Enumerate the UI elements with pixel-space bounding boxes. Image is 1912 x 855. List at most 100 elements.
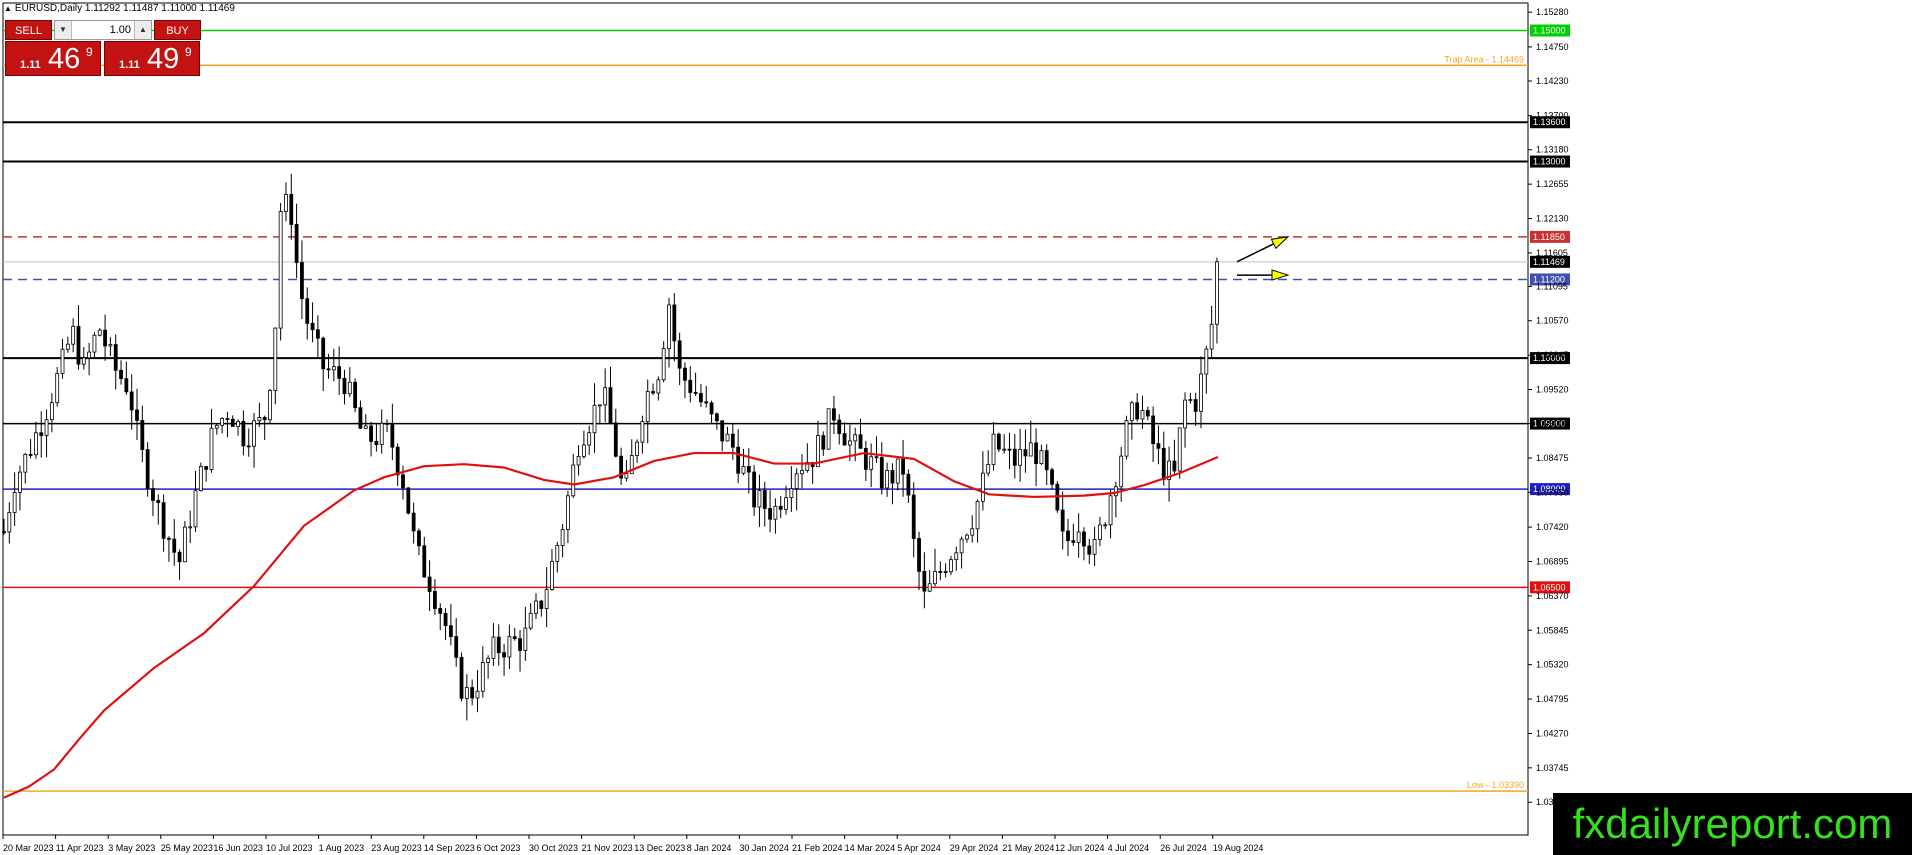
candle-body xyxy=(938,571,943,573)
buy-button[interactable]: BUY xyxy=(154,20,201,40)
candle-body xyxy=(257,417,262,422)
candle-body xyxy=(991,433,996,466)
candle-body xyxy=(1092,538,1097,555)
candle-body xyxy=(188,526,193,529)
candle-body xyxy=(890,470,895,484)
candle-body xyxy=(1071,540,1076,543)
candle-body xyxy=(454,636,459,658)
candle-body xyxy=(161,502,166,539)
candle-body xyxy=(592,404,597,434)
candle-body xyxy=(34,432,38,456)
level-price-label: 1.11850 xyxy=(1533,232,1565,242)
candle-body xyxy=(847,440,852,446)
candle-body xyxy=(523,627,528,651)
candle-body xyxy=(204,466,209,470)
candle-body xyxy=(789,488,794,499)
sell-button[interactable]: SELL xyxy=(5,20,52,40)
candle-body xyxy=(1129,402,1134,422)
candle-body xyxy=(885,470,890,489)
candle-body xyxy=(1002,448,1007,451)
candle-body xyxy=(65,343,70,350)
x-tick-label: 21 May 2024 xyxy=(1002,843,1054,853)
candle-body xyxy=(44,419,49,436)
candle-body xyxy=(832,408,836,421)
candle-body xyxy=(528,612,533,629)
candle-body xyxy=(1076,531,1081,543)
candle-body xyxy=(980,472,985,502)
y-tick-label: 1.07950 xyxy=(1536,487,1569,497)
candle-body xyxy=(156,500,161,504)
candle-body xyxy=(975,500,980,530)
candle-body xyxy=(911,494,916,539)
x-tick-label: 1 Aug 2023 xyxy=(319,843,365,853)
candle-body xyxy=(18,471,22,493)
lot-decrease-icon[interactable]: ▼ xyxy=(55,21,72,39)
y-tick-label: 1.12655 xyxy=(1536,179,1569,189)
x-tick-label: 14 Mar 2024 xyxy=(845,843,896,853)
candle-body xyxy=(182,526,187,563)
buy-price-button[interactable]: 1.11 49 9 xyxy=(104,41,200,76)
candle-body xyxy=(1034,442,1038,465)
candle-body xyxy=(566,495,570,530)
level-price-label: 1.11469 xyxy=(1533,257,1565,267)
candle-body xyxy=(1050,469,1054,485)
candle-body xyxy=(379,422,384,445)
candle-body xyxy=(315,329,320,339)
candle-body xyxy=(1151,415,1156,445)
candle-body xyxy=(986,464,991,474)
y-tick-label: 1.14230 xyxy=(1536,76,1569,86)
x-tick-label: 16 Jun 2023 xyxy=(213,843,263,853)
candle-body xyxy=(709,402,714,415)
x-tick-label: 25 May 2023 xyxy=(161,843,213,853)
lot-size-input[interactable] xyxy=(73,22,131,37)
collapse-triangle-icon[interactable]: ▲ xyxy=(4,4,12,13)
candle-body xyxy=(347,381,352,395)
candle-body xyxy=(252,420,256,447)
candle-body xyxy=(448,625,453,637)
candle-body xyxy=(395,446,400,476)
lot-increase-icon[interactable]: ▲ xyxy=(134,21,151,39)
candle-body xyxy=(475,690,480,699)
candle-body xyxy=(2,531,6,534)
buy-price-prefix: 1.11 xyxy=(119,59,140,71)
x-tick-label: 19 Aug 2024 xyxy=(1213,843,1264,853)
candle-body xyxy=(480,662,485,692)
candle-body xyxy=(667,304,671,350)
candle-body xyxy=(587,432,592,446)
candle-body xyxy=(246,445,251,448)
buy-price-sup: 9 xyxy=(185,45,192,59)
price-chart[interactable]: 1.15000Trap Area - 1.144691.136001.13000… xyxy=(0,0,1912,855)
candle-body xyxy=(417,530,421,547)
candle-body xyxy=(464,687,469,699)
y-tick-label: 1.11095 xyxy=(1536,281,1568,291)
candle-body xyxy=(326,368,331,371)
candle-body xyxy=(60,348,65,374)
y-tick-label: 1.14750 xyxy=(1536,42,1569,52)
candle-body xyxy=(714,413,719,422)
sell-price-button[interactable]: 1.11 46 9 xyxy=(5,41,101,76)
candle-body xyxy=(901,458,905,475)
y-tick-label: 1.07420 xyxy=(1536,522,1569,532)
candle-body xyxy=(640,421,645,443)
candle-body xyxy=(656,379,661,394)
candle-body xyxy=(1066,530,1070,542)
candle-body xyxy=(1156,443,1161,449)
y-tick-label: 1.05320 xyxy=(1536,660,1569,670)
candle-body xyxy=(214,424,219,429)
candle-body xyxy=(539,600,544,609)
candle-body xyxy=(135,409,139,421)
candle-body xyxy=(1018,449,1023,466)
candle-body xyxy=(1108,495,1113,526)
candle-body xyxy=(1124,420,1129,457)
candle-body xyxy=(661,348,666,381)
candle-body xyxy=(305,298,310,324)
candle-body xyxy=(635,441,639,456)
lot-size-stepper[interactable]: ▼ ▲ xyxy=(54,20,152,40)
candle-body xyxy=(1007,448,1012,451)
candle-body xyxy=(209,427,214,470)
candle-body xyxy=(284,194,288,212)
candle-body xyxy=(996,433,1001,450)
candle-body xyxy=(613,422,618,457)
candle-body xyxy=(1039,450,1044,465)
candle-body xyxy=(363,425,368,429)
